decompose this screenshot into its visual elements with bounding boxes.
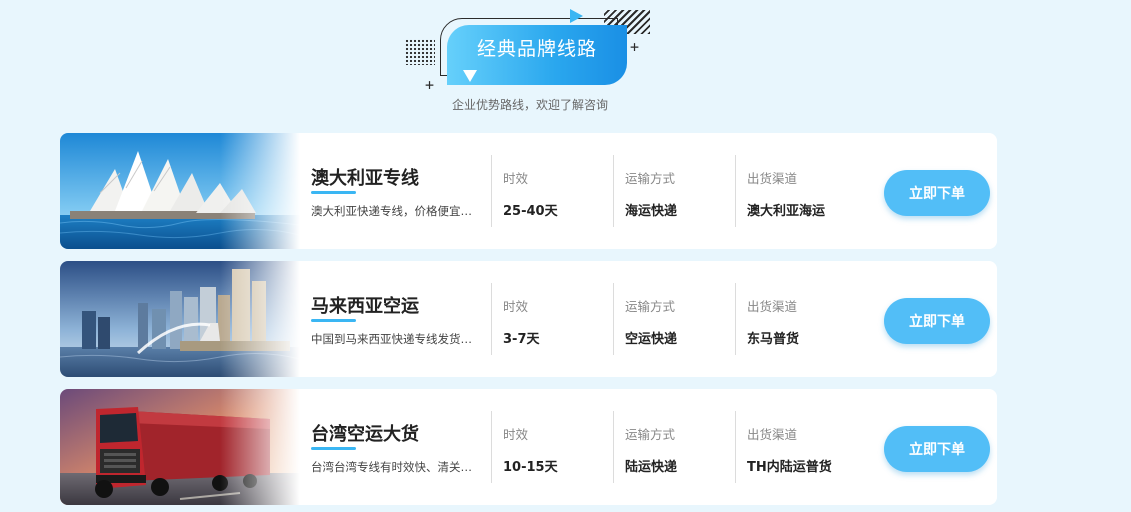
- section-title: 经典品牌线路: [476, 38, 597, 60]
- section-header: 经典品牌线路 + + 企业优势路线，欢迎了解咨询: [400, 6, 660, 116]
- stat-label: 时效: [503, 427, 529, 442]
- stat-label: 时效: [503, 171, 529, 186]
- route-description: 台湾台湾专线有时效快、清关快捷: [311, 460, 481, 474]
- route-card-australia: 澳大利亚专线 澳大利亚快递专线，价格便宜实惠 时效 25-40天 运输方式 海运…: [60, 133, 997, 249]
- stat-value: 25-40天: [503, 204, 558, 219]
- route-name: 马来西亚空运: [311, 296, 419, 317]
- title-underline: [311, 319, 356, 322]
- stat-transport-mode: 运输方式 空运快递: [613, 283, 735, 355]
- image-fade-overlay: [220, 133, 300, 249]
- stat-delivery-time: 时效 25-40天: [491, 155, 613, 227]
- title-underline: [311, 447, 356, 450]
- route-info: 台湾空运大货 台湾台湾专线有时效快、清关快捷: [311, 389, 486, 505]
- plus-icon: +: [630, 38, 640, 56]
- stat-value: TH内陆运普货: [747, 460, 832, 475]
- order-now-button[interactable]: 立即下单: [884, 298, 990, 344]
- stat-value: 空运快递: [625, 332, 678, 347]
- stat-delivery-time: 时效 10-15天: [491, 411, 613, 483]
- route-name: 澳大利亚专线: [311, 168, 419, 189]
- order-now-button[interactable]: 立即下单: [884, 170, 990, 216]
- stat-label: 运输方式: [625, 427, 676, 442]
- stat-value: 3-7天: [503, 332, 540, 347]
- stat-shipping-channel: 出货渠道 澳大利亚海运: [735, 155, 870, 227]
- sydney-opera-house-image: [60, 133, 300, 249]
- route-name: 台湾空运大货: [311, 424, 419, 445]
- stat-value: 海运快递: [625, 204, 678, 219]
- route-card-taiwan: 台湾空运大货 台湾台湾专线有时效快、清关快捷 时效 10-15天 运输方式 陆运…: [60, 389, 997, 505]
- stat-label: 出货渠道: [747, 171, 798, 186]
- dots-pattern-icon: [405, 39, 435, 65]
- route-description: 澳大利亚快递专线，价格便宜实惠: [311, 204, 481, 218]
- triangle-right-icon: [570, 9, 583, 23]
- route-info: 澳大利亚专线 澳大利亚快递专线，价格便宜实惠: [311, 133, 486, 249]
- red-truck-image: [60, 389, 300, 505]
- stat-label: 出货渠道: [747, 427, 798, 442]
- stat-label: 运输方式: [625, 299, 676, 314]
- route-description: 中国到马来西亚快递专线发货服务: [311, 332, 481, 346]
- order-now-button[interactable]: 立即下单: [884, 426, 990, 472]
- stat-label: 时效: [503, 299, 529, 314]
- title-underline: [311, 191, 356, 194]
- image-fade-overlay: [220, 261, 300, 377]
- stat-label: 出货渠道: [747, 299, 798, 314]
- image-fade-overlay: [220, 389, 300, 505]
- stat-value: 东马普货: [747, 332, 800, 347]
- stat-shipping-channel: 出货渠道 东马普货: [735, 283, 870, 355]
- stat-delivery-time: 时效 3-7天: [491, 283, 613, 355]
- stat-value: 陆运快递: [625, 460, 678, 475]
- route-list: 澳大利亚专线 澳大利亚快递专线，价格便宜实惠 时效 25-40天 运输方式 海运…: [60, 133, 997, 505]
- singapore-merlion-skyline-image: [60, 261, 300, 377]
- plus-icon: +: [425, 76, 435, 94]
- route-info: 马来西亚空运 中国到马来西亚快递专线发货服务: [311, 261, 486, 377]
- section-subtitle: 企业优势路线，欢迎了解咨询: [451, 98, 608, 112]
- stat-label: 运输方式: [625, 171, 676, 186]
- stat-transport-mode: 运输方式 陆运快递: [613, 411, 735, 483]
- stat-shipping-channel: 出货渠道 TH内陆运普货: [735, 411, 870, 483]
- route-card-malaysia: 马来西亚空运 中国到马来西亚快递专线发货服务 时效 3-7天 运输方式 空运快递…: [60, 261, 997, 377]
- stat-transport-mode: 运输方式 海运快递: [613, 155, 735, 227]
- stat-value: 10-15天: [503, 460, 558, 475]
- stat-value: 澳大利亚海运: [747, 204, 826, 219]
